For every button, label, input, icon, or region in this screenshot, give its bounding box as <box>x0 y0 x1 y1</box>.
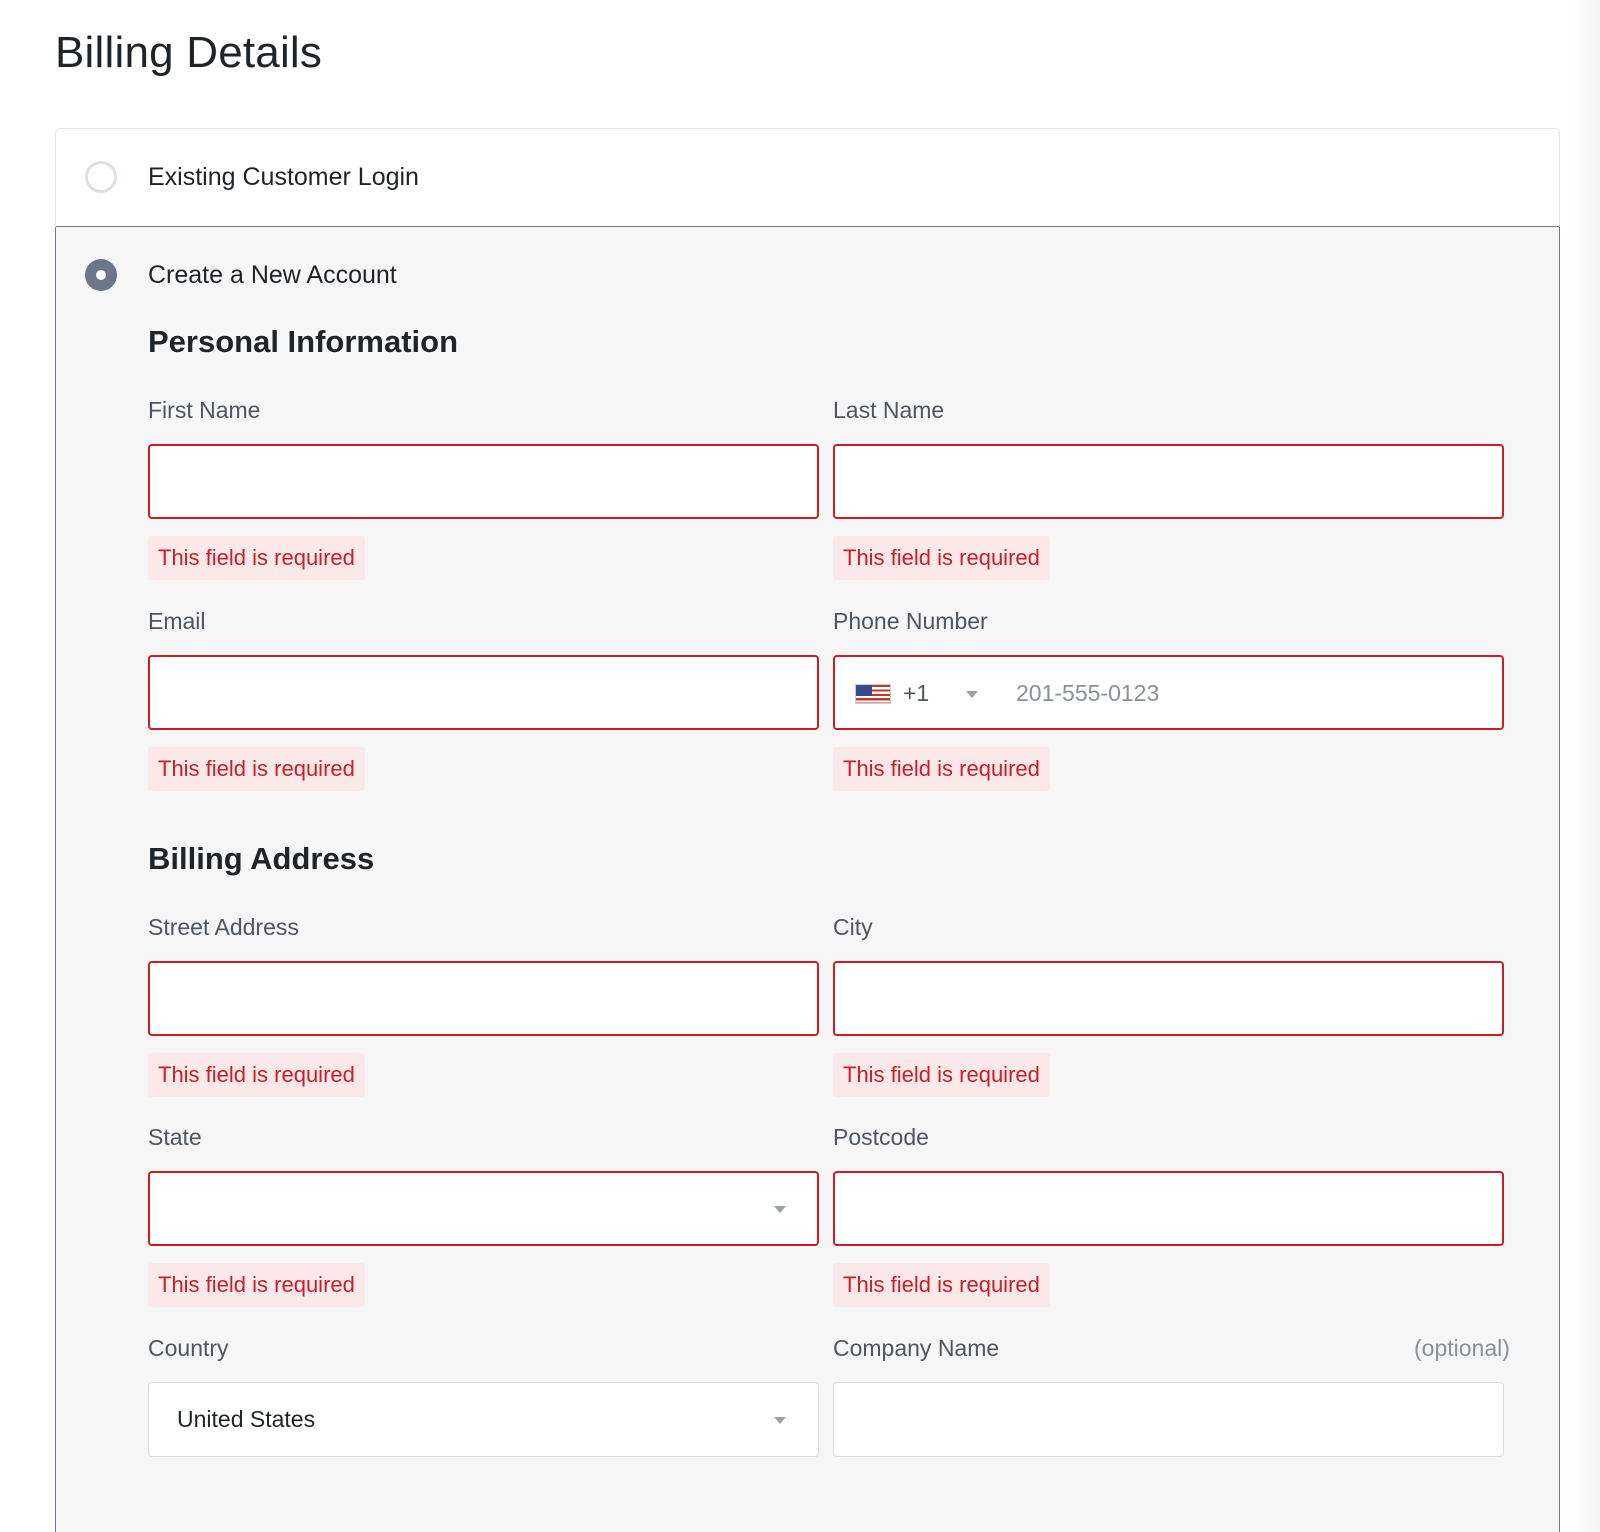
page-title: Billing Details <box>55 28 323 77</box>
state-chevron-down-icon[interactable] <box>774 1206 786 1213</box>
country-code-chevron-down-icon[interactable] <box>966 691 978 698</box>
email-error: This field is required <box>148 747 365 791</box>
billing-panel: Existing Customer Login Create a New Acc… <box>55 128 1560 1532</box>
last-name-label: Last Name <box>833 397 945 423</box>
postcode-error: This field is required <box>833 1263 1050 1307</box>
email-label: Email <box>148 608 206 634</box>
radio-checked-dot <box>96 270 106 280</box>
postcode-label: Postcode <box>833 1124 929 1150</box>
phone-error: This field is required <box>833 747 1050 791</box>
phone-input[interactable]: +1 201-555-0123 <box>833 655 1504 730</box>
postcode-input[interactable] <box>833 1171 1504 1246</box>
street-address-error: This field is required <box>148 1053 365 1097</box>
state-select[interactable] <box>148 1171 819 1246</box>
company-name-input[interactable] <box>833 1382 1504 1457</box>
page-edge-shadow <box>1572 0 1600 1532</box>
city-error: This field is required <box>833 1053 1050 1097</box>
billing-address-heading: Billing Address <box>148 841 375 876</box>
country-select-value: United States <box>177 1406 316 1432</box>
phone-label: Phone Number <box>833 608 988 634</box>
company-name-label: Company Name <box>833 1335 1000 1361</box>
login-radio[interactable] <box>85 161 117 193</box>
last-name-input[interactable] <box>833 444 1504 519</box>
street-address-label: Street Address <box>148 914 299 940</box>
country-select[interactable]: United States <box>148 1382 819 1457</box>
new-account-option-label[interactable]: Create a New Account <box>148 261 397 290</box>
option-existing-customer-login[interactable]: Existing Customer Login <box>56 129 1559 227</box>
option-create-new-account: Create a New Account Personal Informatio… <box>55 227 1560 1532</box>
email-input[interactable] <box>148 655 819 730</box>
street-address-input[interactable] <box>148 961 819 1036</box>
us-flag-icon[interactable] <box>855 684 891 704</box>
company-optional-hint: (optional) <box>1414 1335 1510 1361</box>
first-name-input[interactable] <box>148 444 819 519</box>
city-input[interactable] <box>833 961 1504 1036</box>
phone-placeholder: 201-555-0123 <box>1016 680 1160 706</box>
phone-dial-code[interactable]: +1 <box>903 680 929 707</box>
state-label: State <box>148 1124 202 1150</box>
first-name-label: First Name <box>148 397 261 423</box>
personal-info-heading: Personal Information <box>148 324 459 359</box>
first-name-error: This field is required <box>148 536 365 580</box>
new-account-radio[interactable] <box>85 259 117 291</box>
city-label: City <box>833 914 873 940</box>
country-chevron-down-icon[interactable] <box>774 1417 786 1424</box>
country-label: Country <box>148 1335 229 1361</box>
last-name-error: This field is required <box>833 536 1050 580</box>
state-error: This field is required <box>148 1263 365 1307</box>
login-option-label[interactable]: Existing Customer Login <box>148 163 419 192</box>
